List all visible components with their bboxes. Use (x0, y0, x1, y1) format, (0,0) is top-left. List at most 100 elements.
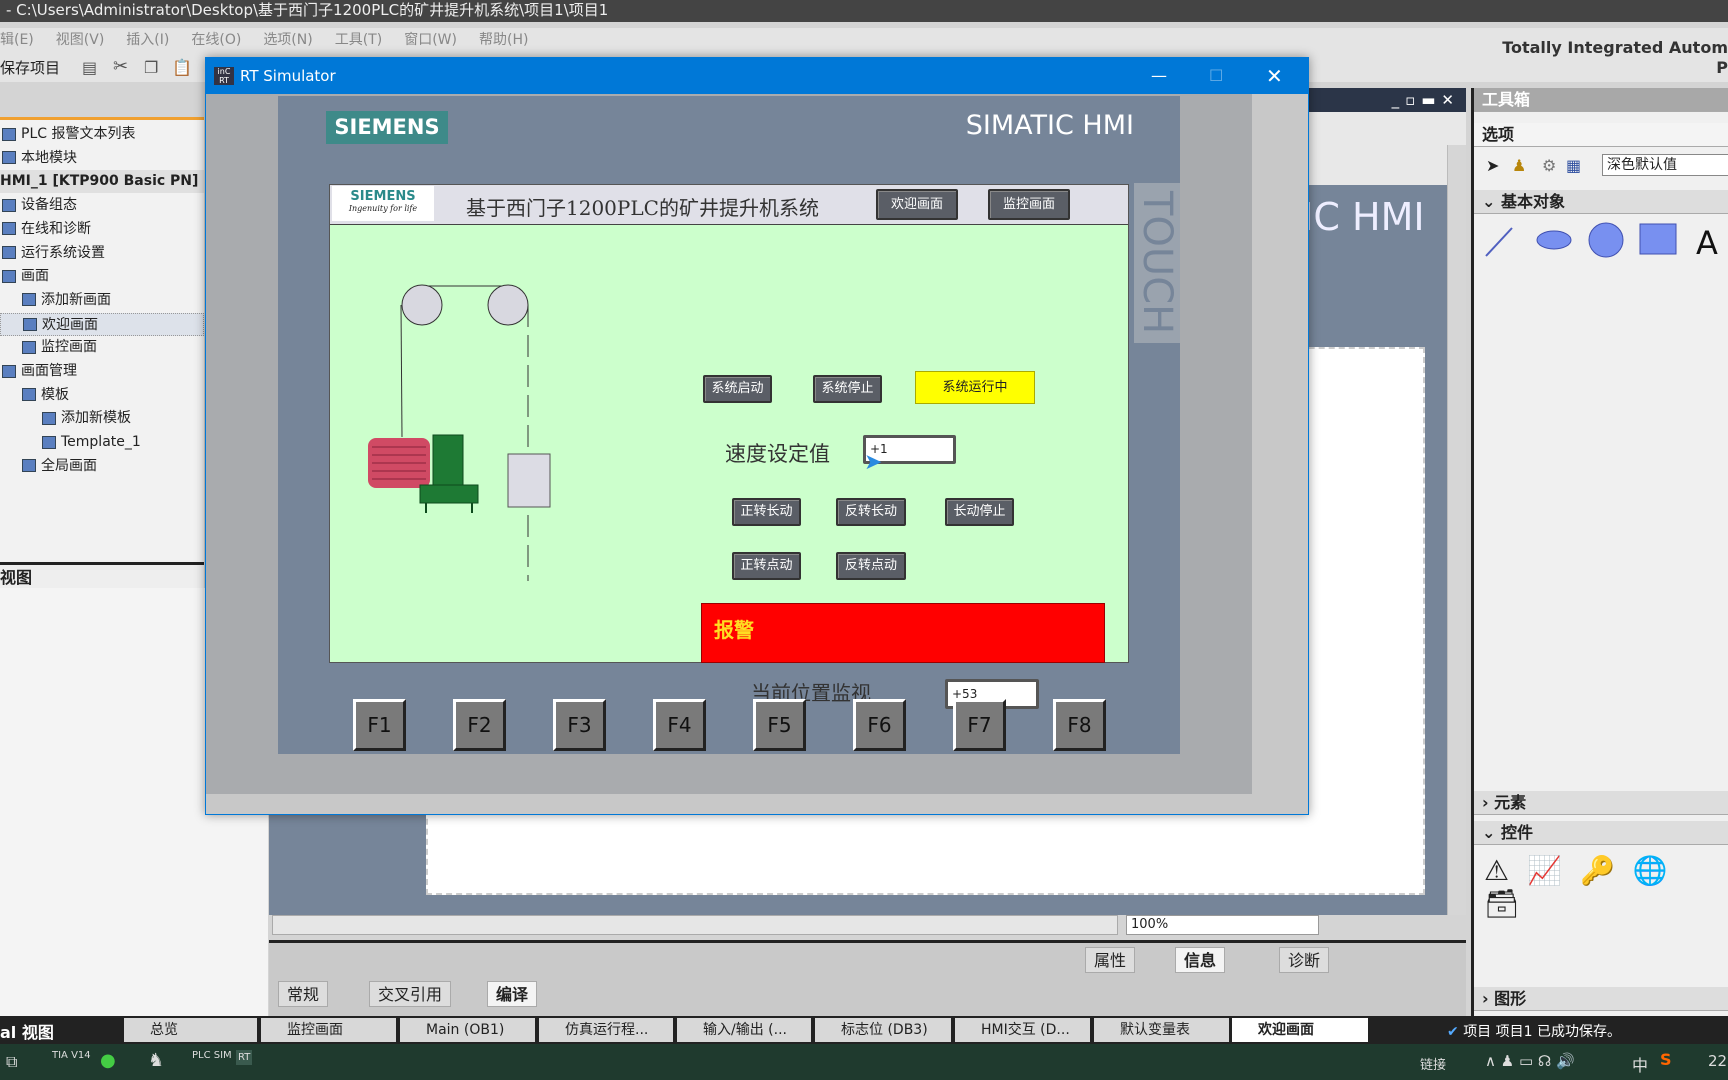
task-view-icon[interactable]: ⧉ (6, 1052, 17, 1072)
tree-node-icon (2, 151, 16, 165)
style-select[interactable]: 深色默认值 (1602, 154, 1728, 176)
tree-item-label: 运行系统设置 (21, 244, 105, 261)
controls-icons[interactable]: ⚠📈🔑🌐 🗃 (1484, 854, 1728, 920)
portal-view-button[interactable]: al 视图 (0, 1019, 54, 1043)
function-key-f6[interactable]: F6 (853, 699, 906, 751)
menu-online[interactable]: 在线(O) (191, 32, 241, 48)
vertical-scrollbar[interactable] (1447, 145, 1466, 915)
function-key-f8[interactable]: F8 (1053, 699, 1106, 751)
section-graphics[interactable]: › 图形 (1474, 987, 1728, 1011)
stamp-icon[interactable]: ♟ (1512, 156, 1526, 175)
taskbar-app-icon[interactable]: ♞ (148, 1050, 164, 1071)
tree-item[interactable]: 设备组态 (0, 194, 204, 217)
tray-link[interactable]: 链接 (1420, 1054, 1446, 1073)
ime-indicator[interactable]: 中 (1632, 1052, 1648, 1076)
tree-item-label: PLC 报警文本列表 (21, 126, 136, 142)
taskbar-app-rt[interactable]: RT (236, 1050, 253, 1065)
menu-window[interactable]: 窗口(W) (404, 32, 457, 48)
tree-item[interactable]: 模板 (0, 384, 204, 407)
tree-item[interactable]: 本地模块 (0, 147, 204, 170)
menu-view[interactable]: 视图(V) (56, 32, 105, 48)
system-start-button[interactable]: 系统启动 (703, 375, 772, 403)
tab-properties[interactable]: 属性 (1085, 947, 1136, 973)
clock[interactable]: 22 (1708, 1052, 1727, 1070)
menu-insert[interactable]: 插入(I) (126, 32, 169, 48)
menu-edit[interactable]: 辑(E) (0, 32, 34, 48)
tab-info[interactable]: 信息 (1175, 947, 1226, 973)
hmi-screen: SIEMENS Ingenuity for life 基于西门子1200PLC的… (329, 184, 1129, 709)
editor-window-controls[interactable]: _▫▬✕ (1309, 88, 1466, 112)
taskbar-app-tia[interactable]: TIA V14 (52, 1050, 91, 1061)
paste-icon[interactable]: 📋 (172, 58, 192, 77)
taskbar-app-plcsim[interactable]: PLC SIM (192, 1050, 232, 1061)
minimize-button[interactable]: — (1151, 58, 1167, 94)
tree-item[interactable]: 监控画面 (0, 336, 204, 359)
menu-tools[interactable]: 工具(T) (335, 32, 382, 48)
editor-tab[interactable]: 欢迎画面 (1232, 1018, 1368, 1042)
editor-tab[interactable]: 监控画面 (261, 1018, 396, 1042)
tree-item[interactable]: PLC 报警文本列表 (0, 123, 204, 146)
editor-tab[interactable]: 标志位 (DB3) (815, 1018, 951, 1042)
save-project-button[interactable]: 保存项目 (0, 57, 60, 78)
simatic-hmi-label: SIMATIC HMI (965, 110, 1134, 141)
tab-diagnostics[interactable]: 诊断 (1279, 947, 1330, 973)
pointer-icon[interactable]: ➤ (1486, 156, 1499, 175)
rt-simulator-window: inC RT RT Simulator — ☐ ✕ SIEMENS SIMATI… (205, 57, 1309, 815)
rt-simulator-title-bar[interactable]: inC RT RT Simulator — ☐ ✕ (206, 58, 1308, 94)
tree-item[interactable]: 画面管理 (0, 360, 204, 383)
hoist-cage (507, 453, 551, 508)
section-basic-objects[interactable]: ⌄ 基本对象 (1474, 190, 1728, 214)
tree-item[interactable]: 全局画面 (0, 455, 204, 478)
table-icon[interactable]: ▦ (1566, 156, 1581, 175)
menu-help[interactable]: 帮助(H) (479, 32, 528, 48)
sogou-icon[interactable]: S (1660, 1050, 1672, 1069)
tab-compile[interactable]: 编译 (487, 981, 538, 1007)
settings-icon[interactable]: ⚙ (1542, 156, 1556, 175)
copy-icon[interactable]: ❐ (144, 58, 158, 77)
forward-continuous-button[interactable]: 正转长动 (732, 498, 801, 526)
tree-node-icon (2, 269, 16, 283)
function-key-f2[interactable]: F2 (453, 699, 506, 751)
zoom-select[interactable]: 100% (1126, 915, 1319, 935)
continuous-stop-button[interactable]: 长动停止 (945, 498, 1014, 526)
close-button[interactable]: ✕ (1266, 58, 1283, 94)
tree-item-label: Template_1 (61, 434, 141, 451)
tab-cross-reference[interactable]: 交叉引用 (369, 981, 452, 1007)
editor-tab[interactable]: 仿真运行程... (539, 1018, 673, 1042)
forward-jog-button[interactable]: 正转点动 (732, 552, 801, 580)
function-key-f1[interactable]: F1 (353, 699, 406, 751)
cut-icon[interactable]: ✂ (113, 56, 128, 77)
tree-item[interactable]: 画面 (0, 265, 204, 288)
left-rope (400, 304, 403, 438)
tree-item[interactable]: Template_1 (0, 431, 204, 454)
tree-item[interactable]: 欢迎画面 (0, 312, 204, 336)
function-key-f5[interactable]: F5 (753, 699, 806, 751)
tree-item[interactable]: 添加新画面 (0, 289, 204, 312)
editor-tab[interactable]: 总览 (124, 1018, 257, 1042)
editor-tab[interactable]: Main (OB1) (400, 1018, 535, 1042)
tree-item[interactable]: 在线和诊断 (0, 218, 204, 241)
menu-options[interactable]: 选项(N) (263, 32, 312, 48)
maximize-button[interactable]: ☐ (1209, 58, 1223, 94)
tray-icons[interactable]: ∧ ♟ ▭ ☊ 🔊 (1485, 1052, 1575, 1070)
system-running-indicator: 系统运行中 (915, 371, 1035, 404)
function-key-f4[interactable]: F4 (653, 699, 706, 751)
tree-item[interactable]: HMI_1 [KTP900 Basic PN] (0, 170, 204, 194)
tree-item-label: 画面管理 (21, 363, 77, 379)
editor-tab[interactable]: HMI交互 (D... (955, 1018, 1090, 1042)
system-stop-button[interactable]: 系统停止 (813, 375, 882, 403)
editor-tab[interactable]: 输入/输出 (... (677, 1018, 811, 1042)
reverse-continuous-button[interactable]: 反转长动 (836, 498, 906, 526)
wechat-icon[interactable]: ● (100, 1050, 116, 1071)
editor-tab[interactable]: 默认变量表 (1094, 1018, 1229, 1042)
tree-item[interactable]: 添加新模板 (0, 407, 204, 430)
print-icon[interactable]: ▤ (82, 58, 97, 77)
section-controls[interactable]: ⌄ 控件 (1474, 821, 1728, 845)
tab-general[interactable]: 常规 (278, 981, 329, 1007)
function-key-f7[interactable]: F7 (953, 699, 1006, 751)
tree-item[interactable]: 运行系统设置 (0, 242, 204, 265)
function-key-f3[interactable]: F3 (553, 699, 606, 751)
horizontal-scrollbar[interactable] (272, 915, 1118, 935)
section-elements[interactable]: › 元素 (1474, 791, 1728, 815)
reverse-jog-button[interactable]: 反转点动 (836, 552, 906, 580)
